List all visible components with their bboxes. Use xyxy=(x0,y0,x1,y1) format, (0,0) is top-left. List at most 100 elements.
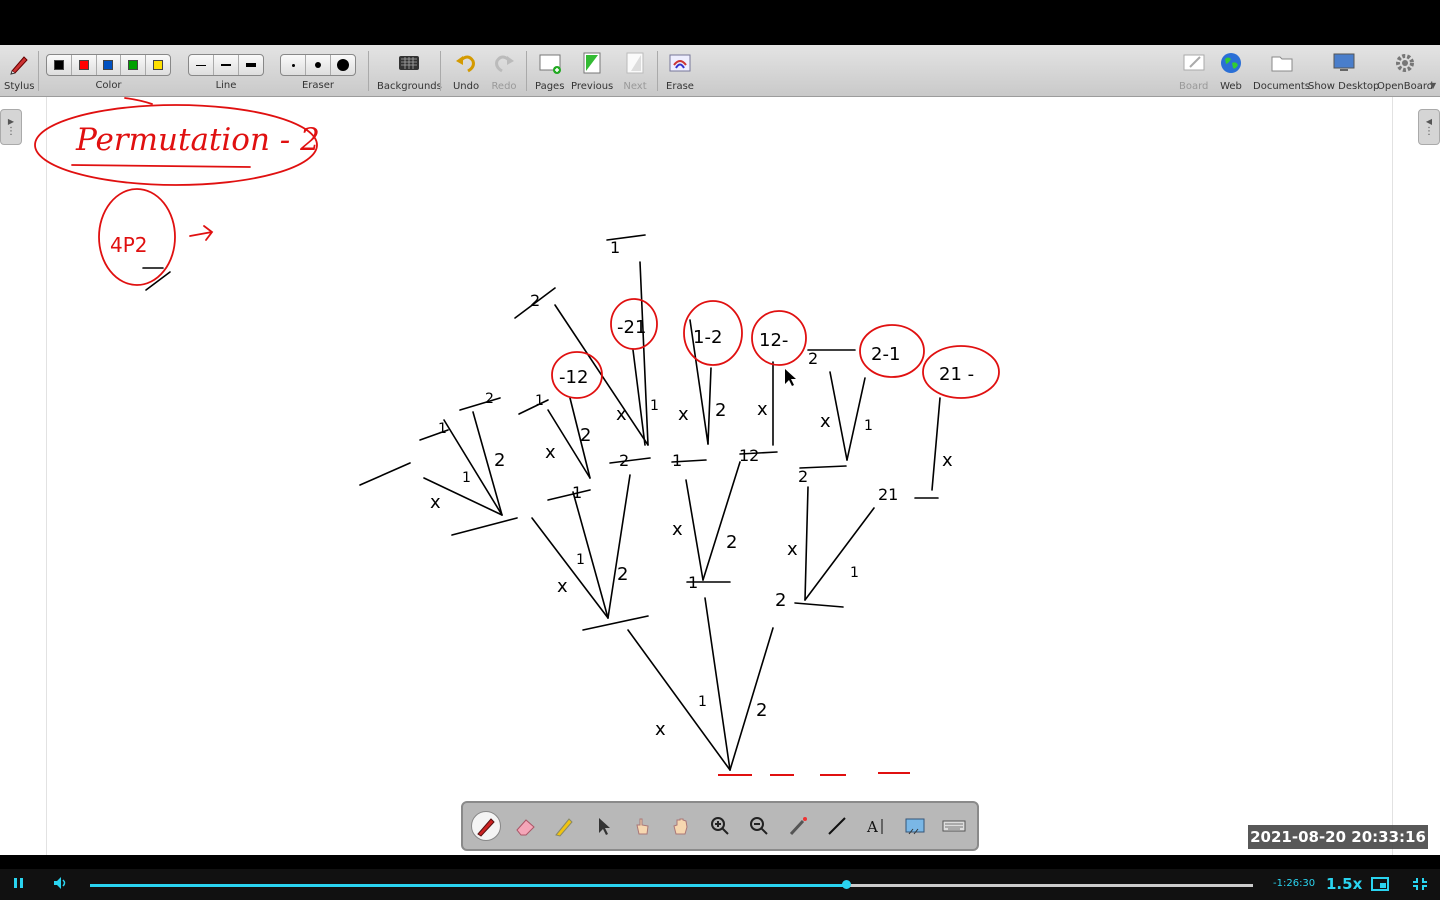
svg-text:12: 12 xyxy=(739,446,759,465)
next-page-button[interactable]: Next xyxy=(621,49,649,92)
menu-chevron-down-icon: ▼ xyxy=(1430,81,1437,90)
time-remaining: -1:26:30 xyxy=(1273,878,1316,889)
svg-text:1: 1 xyxy=(576,552,585,568)
mouse-cursor-icon xyxy=(785,369,796,386)
picture-in-picture-button[interactable] xyxy=(1371,877,1389,895)
desktop-icon xyxy=(1330,49,1358,77)
line-thick-option[interactable] xyxy=(239,55,263,75)
color-black-swatch[interactable] xyxy=(47,55,72,75)
undo-button[interactable]: Undo xyxy=(452,49,480,92)
text-icon: A xyxy=(866,818,883,836)
svg-text:12-: 12- xyxy=(759,330,788,351)
svg-text:2: 2 xyxy=(580,425,591,446)
svg-text:2: 2 xyxy=(619,451,629,470)
svg-text:x: x xyxy=(430,492,441,513)
backgrounds-button[interactable]: Backgrounds xyxy=(377,49,442,92)
hand-tool-button[interactable] xyxy=(666,811,696,841)
svg-text:2: 2 xyxy=(715,400,726,421)
tree-labels: x1 2 x12 x2 x1 x12 x2 x1 x2 x x1 x 2 1 1 … xyxy=(430,238,953,740)
svg-text:2: 2 xyxy=(756,700,767,721)
svg-text:2: 2 xyxy=(494,450,505,471)
seek-bar[interactable] xyxy=(90,880,1253,889)
select-pointer-icon xyxy=(599,818,610,835)
line-tool-button[interactable] xyxy=(822,811,852,841)
laser-pointer-icon xyxy=(789,817,807,836)
toolbar-separator xyxy=(440,51,441,91)
pen-tool-button[interactable] xyxy=(471,811,501,841)
zoom-in-tool-button[interactable] xyxy=(705,811,735,841)
previous-page-icon xyxy=(578,49,606,77)
svg-text:1: 1 xyxy=(462,470,471,486)
exit-fullscreen-button[interactable] xyxy=(1412,877,1428,895)
svg-text:1: 1 xyxy=(438,421,447,437)
add-page-icon xyxy=(536,49,564,77)
interact-tool-button[interactable] xyxy=(627,811,657,841)
eraser-small-option[interactable] xyxy=(281,55,306,75)
capture-icon xyxy=(905,818,925,835)
text-tool-button[interactable]: A xyxy=(861,811,891,841)
permutation-notation: 4P2 xyxy=(110,233,148,257)
svg-text:2-1: 2-1 xyxy=(871,344,900,365)
floating-tool-palette: A xyxy=(461,801,979,851)
playback-speed-button[interactable]: 1.5x xyxy=(1326,875,1362,893)
final-arrangement-labels: -12 -21 1-2 12- 2-1 21 - xyxy=(559,317,974,388)
stylus-icon xyxy=(5,49,33,77)
show-desktop-button[interactable]: Show Desktop xyxy=(1308,49,1379,92)
svg-text:2: 2 xyxy=(485,391,494,407)
timestamp-overlay: 2021-08-20 20:33:16 xyxy=(1248,825,1428,849)
erase-page-icon xyxy=(666,49,694,77)
line-width-selector[interactable] xyxy=(188,54,264,76)
color-red-swatch[interactable] xyxy=(72,55,97,75)
eraser-tool-button[interactable] xyxy=(510,811,540,841)
previous-page-button[interactable]: Previous xyxy=(571,49,613,92)
eraser-large-option[interactable] xyxy=(331,55,355,75)
svg-text:21: 21 xyxy=(878,485,898,504)
backgrounds-icon xyxy=(395,49,423,77)
eraser-size-selector[interactable] xyxy=(280,54,356,76)
globe-icon xyxy=(1217,49,1245,77)
web-button[interactable]: Web xyxy=(1217,49,1245,92)
eraser-medium-option[interactable] xyxy=(306,55,331,75)
volume-icon xyxy=(54,877,66,889)
color-blue-swatch[interactable] xyxy=(97,55,122,75)
title-annotation: Permutation - 2 4P2 xyxy=(34,97,320,286)
picture-in-picture-icon xyxy=(1371,877,1389,891)
line-thin-option[interactable] xyxy=(189,55,214,75)
svg-text:2: 2 xyxy=(808,349,818,368)
highlighter-tool-button[interactable] xyxy=(549,811,579,841)
redo-button[interactable]: Redo xyxy=(490,49,518,92)
toolbar-separator xyxy=(526,51,527,91)
laser-pointer-tool-button[interactable] xyxy=(783,811,813,841)
pages-button[interactable]: Pages xyxy=(535,49,564,92)
whiteboard-canvas[interactable]: ▶ ⋮ ◀ ⋮ Permutation - 2 4P2 x 1 2 x 1 2 … xyxy=(0,97,1440,855)
select-tool-button[interactable] xyxy=(588,811,618,841)
color-label: Color xyxy=(95,80,122,91)
color-yellow-swatch[interactable] xyxy=(146,55,170,75)
keyboard-tool-button[interactable] xyxy=(939,811,969,841)
svg-text:2: 2 xyxy=(530,291,540,310)
exit-fullscreen-icon xyxy=(1413,878,1427,890)
board-mode-button[interactable]: Board xyxy=(1179,49,1208,92)
highlighter-icon xyxy=(555,818,573,837)
keyboard-icon xyxy=(942,820,966,832)
svg-text:2: 2 xyxy=(726,532,737,553)
pause-button[interactable] xyxy=(12,875,26,895)
color-palette[interactable] xyxy=(46,54,171,76)
zoom-out-tool-button[interactable] xyxy=(744,811,774,841)
svg-text:1: 1 xyxy=(672,451,682,470)
capture-tool-button[interactable] xyxy=(900,811,930,841)
zoom-in-icon xyxy=(711,817,729,835)
svg-text:2: 2 xyxy=(775,590,786,611)
openboard-menu-button[interactable]: OpenBoard xyxy=(1377,49,1433,92)
line-medium-option[interactable] xyxy=(214,55,239,75)
board-title-text: Permutation - 2 xyxy=(75,122,320,158)
color-green-swatch[interactable] xyxy=(121,55,147,75)
volume-button[interactable] xyxy=(52,875,70,895)
documents-button[interactable]: Documents xyxy=(1253,49,1310,92)
svg-text:x: x xyxy=(678,404,689,425)
permutation-tree xyxy=(359,234,941,771)
svg-text:-21: -21 xyxy=(617,317,646,338)
stylus-button[interactable]: Stylus xyxy=(4,49,35,92)
seek-handle[interactable] xyxy=(841,880,851,889)
erase-all-button[interactable]: Erase xyxy=(666,49,694,92)
